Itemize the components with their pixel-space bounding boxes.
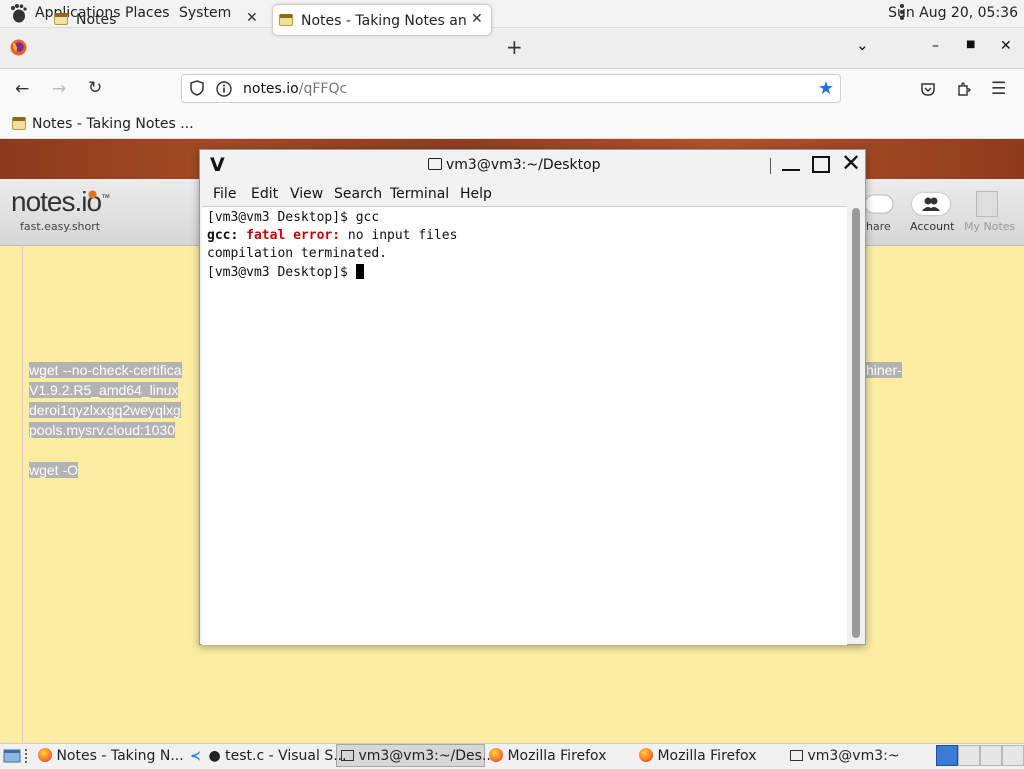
taskbar-item[interactable]: vm3@vm3:~ <box>790 748 900 764</box>
terminal-window[interactable]: V vm3@vm3:~/Desktop ✕ File Edit View Sea… <box>199 149 866 645</box>
terminal-output[interactable]: [vm3@vm3 Desktop]$ gcc gcc: fatal error:… <box>202 206 847 645</box>
terminal-titlebar[interactable]: V vm3@vm3:~/Desktop ✕ <box>200 150 865 180</box>
terminal-line: compilation terminated. <box>207 246 388 261</box>
terminal-cursor <box>355 264 364 279</box>
taskbar-item-label: Notes - Taking N... <box>56 748 184 764</box>
firefox-icon <box>639 748 653 762</box>
terminal-icon <box>341 750 354 761</box>
fatal-error-label: fatal error: <box>246 228 341 243</box>
close-icon[interactable]: ✕ <box>841 151 861 175</box>
workspace-3[interactable] <box>980 745 1002 766</box>
maximize-window-icon[interactable]: ■ <box>966 39 975 50</box>
note-text-line[interactable]: hiner- <box>866 362 902 378</box>
url-host: notes.io <box>243 81 299 97</box>
tagline: fast.easy.short <box>20 220 101 233</box>
logo-dot-icon <box>88 190 97 199</box>
window-menu-icon[interactable]: V <box>210 154 225 176</box>
gnome-foot-icon[interactable] <box>9 3 27 23</box>
notes-favicon-icon <box>54 13 68 25</box>
terminal-title: vm3@vm3:~/Desktop <box>446 157 601 173</box>
taskbar-item-label: Mozilla Firefox <box>507 748 607 764</box>
terminal-scrollbar[interactable] <box>848 206 863 644</box>
terminal-menubar: File Edit View Search Terminal Help <box>200 180 865 206</box>
url-text[interactable]: notes.io/qFFQc <box>243 81 347 97</box>
terminal-line: [vm3@vm3 Desktop]$ gcc <box>207 210 380 225</box>
notes-favicon-icon <box>279 14 293 26</box>
menu-view[interactable]: View <box>290 186 323 202</box>
list-tabs-chevron-icon[interactable]: ⌄ <box>856 36 869 54</box>
menu-search[interactable]: Search <box>334 186 382 202</box>
terminal-title-icon <box>428 158 442 170</box>
terminal-line: gcc: fatal error: no input files <box>207 228 457 243</box>
note-text-line[interactable]: deroi1qyzlxxgq2weyqlxg <box>29 402 181 418</box>
taskbar-item[interactable]: Mozilla Firefox <box>639 748 756 764</box>
back-icon[interactable]: ← <box>15 79 29 99</box>
url-path: /qFFQc <box>298 81 348 97</box>
note-text-line[interactable]: wget --no-check-certifica <box>29 362 182 378</box>
pocket-icon[interactable] <box>920 81 936 97</box>
reload-icon[interactable]: ↻ <box>88 78 102 98</box>
close-tab-icon[interactable]: ✕ <box>471 11 483 27</box>
workspace-4[interactable] <box>1002 745 1024 766</box>
hamburger-menu-icon[interactable]: ☰ <box>991 79 1006 99</box>
firefox-icon <box>38 748 52 762</box>
tab-notes-taking[interactable]: Notes - Taking Notes and Sh ✕ <box>272 4 492 36</box>
logo-tm: ™ <box>101 192 110 203</box>
error-message: no input files <box>340 228 458 243</box>
clock[interactable]: Sun Aug 20, 05:36 <box>888 5 1018 21</box>
terminal-prompt-line[interactable]: [vm3@vm3 Desktop]$ <box>207 264 364 280</box>
menu-terminal[interactable]: Terminal <box>390 186 449 202</box>
new-tab-button[interactable]: + <box>506 35 523 59</box>
firefox-icon <box>489 748 503 762</box>
bookmark-notes[interactable]: Notes - Taking Notes ... <box>32 116 194 132</box>
shield-icon[interactable] <box>190 80 204 96</box>
account-icon[interactable] <box>912 193 950 215</box>
maximize-icon[interactable] <box>812 156 830 173</box>
url-bar[interactable]: notes.io/qFFQc ★ <box>181 74 841 103</box>
terminal-prompt: [vm3@vm3 Desktop]$ <box>207 265 356 280</box>
note-text-line[interactable]: wget -O <box>29 462 79 478</box>
menu-edit[interactable]: Edit <box>251 186 278 202</box>
taskbar-handle[interactable] <box>25 749 31 763</box>
minimize-window-icon[interactable]: – <box>932 38 939 54</box>
forward-icon[interactable]: → <box>52 79 66 99</box>
note-text-line[interactable]: V1.9.2.R5_amd64_linux <box>29 382 179 398</box>
taskbar-item[interactable]: Notes - Taking N... <box>38 748 184 764</box>
extensions-icon[interactable] <box>956 81 972 97</box>
show-desktop-icon[interactable] <box>3 748 21 764</box>
close-tab-icon[interactable]: ✕ <box>246 10 258 26</box>
share-icon[interactable] <box>864 193 894 215</box>
site-info-icon[interactable] <box>216 81 232 97</box>
firefox-view-icon[interactable] <box>10 39 27 56</box>
taskbar-item-label: ● test.c - Visual S... <box>208 748 347 764</box>
close-window-icon[interactable]: ✕ <box>1000 38 1012 54</box>
taskbar-item-label: Mozilla Firefox <box>657 748 757 764</box>
taskbar-item-label: vm3@vm3:~ <box>807 748 900 764</box>
bookmark-star-icon[interactable]: ★ <box>818 78 834 99</box>
share-label[interactable]: hare <box>866 220 891 233</box>
workspace-1[interactable] <box>936 745 958 766</box>
workspace-2[interactable] <box>958 745 980 766</box>
error-source: gcc: <box>207 228 239 243</box>
menu-help[interactable]: Help <box>460 186 492 202</box>
page-margin-line <box>22 245 23 743</box>
tab-label: Notes <box>76 12 117 28</box>
taskbar-item[interactable]: Mozilla Firefox <box>489 748 606 764</box>
account-label[interactable]: Account <box>910 220 954 233</box>
taskbar-item[interactable]: ≺ ● test.c - Visual S... <box>190 748 347 764</box>
vscode-icon: ≺ <box>190 749 201 764</box>
taskbar-item[interactable]: vm3@vm3:~/Des... <box>341 748 495 764</box>
menu-file[interactable]: File <box>213 186 236 202</box>
title-separator <box>770 158 771 174</box>
scrollbar-thumb[interactable] <box>852 208 860 638</box>
note-text-line[interactable]: pools.mysrv.cloud:1030 <box>29 422 176 438</box>
minimize-icon[interactable] <box>782 169 800 171</box>
terminal-icon <box>790 750 803 761</box>
taskbar-item-label: vm3@vm3:~/Des... <box>358 748 496 764</box>
my-notes-label[interactable]: My Notes <box>964 220 1015 233</box>
my-notes-icon[interactable] <box>976 191 998 217</box>
tab-notes[interactable]: Notes ✕ <box>48 4 266 36</box>
notes-favicon-icon <box>12 117 26 130</box>
tab-label: Notes - Taking Notes and Sh <box>301 13 466 29</box>
